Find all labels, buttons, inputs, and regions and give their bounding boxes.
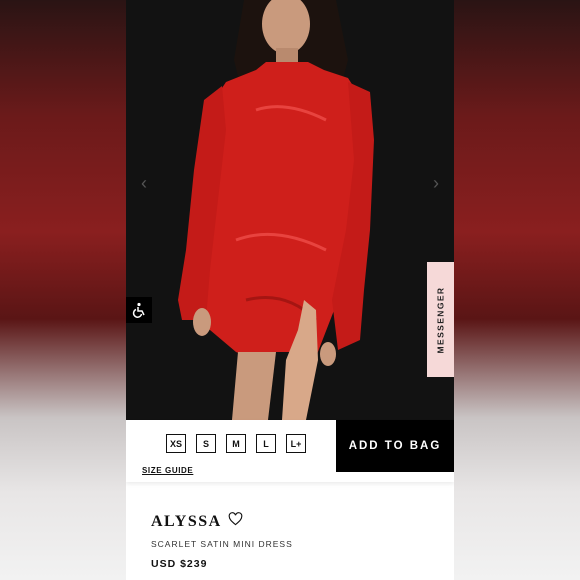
product-subtitle: SCARLET SATIN MINI DRESS [151, 539, 293, 549]
product-name: ALYSSA [151, 512, 222, 530]
blurred-background-left [0, 0, 126, 580]
size-option-l[interactable]: L [256, 434, 276, 453]
add-to-bag-button[interactable]: ADD TO BAG [336, 420, 454, 472]
heart-icon[interactable] [228, 512, 243, 531]
product-price: USD $239 [151, 558, 208, 570]
size-guide-link[interactable]: SIZE GUIDE [142, 466, 193, 475]
blurred-background-right [454, 0, 580, 580]
product-photo: ‹ › MESSENGER [126, 0, 454, 420]
product-info: ALYSSA SCARLET SATIN MINI DRESS USD $239 [126, 492, 454, 580]
size-option-xs[interactable]: XS [166, 434, 186, 453]
wheelchair-icon[interactable] [126, 297, 152, 323]
size-option-m[interactable]: M [226, 434, 246, 453]
chevron-right-icon[interactable]: › [428, 174, 444, 192]
model-image [126, 0, 454, 420]
size-option-s[interactable]: S [196, 434, 216, 453]
size-options: XS S M L L+ [166, 434, 306, 453]
size-option-l-plus[interactable]: L+ [286, 434, 306, 453]
chevron-left-icon[interactable]: ‹ [136, 174, 152, 192]
product-name-row: ALYSSA [151, 512, 243, 531]
size-selector-bar: XS S M L L+ SIZE GUIDE ADD TO BAG [126, 420, 454, 482]
messenger-tab[interactable]: MESSENGER [427, 262, 454, 377]
messenger-label: MESSENGER [435, 286, 446, 353]
product-page: ‹ › MESSENGER XS S M L L+ SIZE GUIDE ADD… [126, 0, 454, 580]
